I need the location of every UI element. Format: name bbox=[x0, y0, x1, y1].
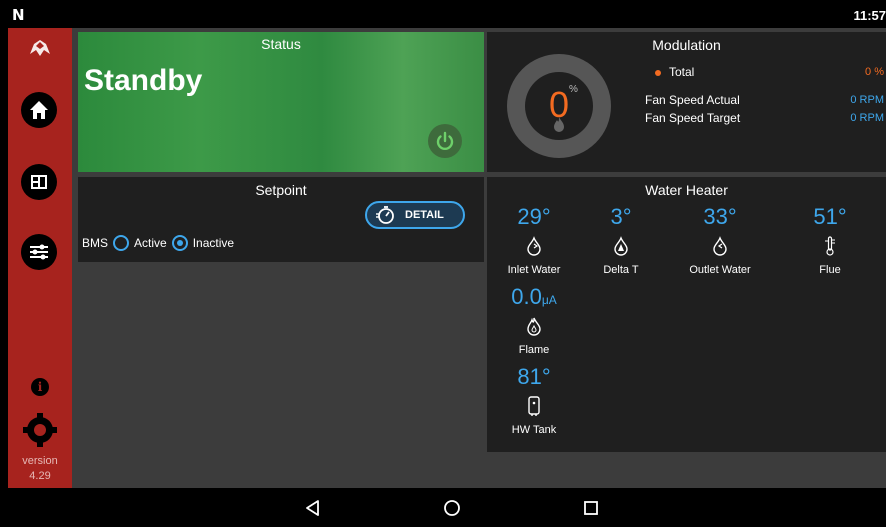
sidebar-item-settings-sliders[interactable] bbox=[21, 234, 57, 270]
navigation-bar bbox=[0, 488, 886, 527]
modulation-panel: Modulation 0 % Total 0 % Fan Speed Actua… bbox=[487, 32, 886, 172]
status-panel: Status Standby bbox=[78, 32, 484, 172]
home-nav-button[interactable] bbox=[440, 496, 464, 520]
power-icon bbox=[436, 131, 454, 151]
sliders-icon bbox=[30, 244, 48, 260]
system-status-bar: N 11:57 bbox=[0, 0, 886, 28]
delta-t-value: 3° bbox=[610, 204, 632, 229]
bms-active-label: Active bbox=[134, 236, 167, 250]
modulation-dial: 0 % bbox=[507, 54, 611, 158]
bms-inactive-label: Inactive bbox=[192, 236, 235, 250]
water-heater-panel: Water Heater 29° Inlet Water 3° Delta T … bbox=[487, 177, 886, 452]
clock: 11:57 bbox=[853, 8, 886, 23]
bms-inactive-radio[interactable] bbox=[171, 235, 188, 251]
home-circle-icon bbox=[444, 500, 460, 516]
total-label: Total bbox=[669, 65, 695, 79]
flame-value: 0.0μA bbox=[489, 284, 579, 312]
total-row: Total bbox=[655, 65, 694, 79]
recents-button[interactable] bbox=[579, 496, 603, 520]
back-triangle-icon bbox=[306, 500, 319, 516]
inlet-water-value: 29° bbox=[517, 204, 551, 229]
sidebar-item-home[interactable] bbox=[21, 92, 57, 128]
setpoint-title: Setpoint bbox=[255, 182, 307, 198]
info-button[interactable]: i bbox=[31, 378, 49, 396]
outlet-water-value: 33° bbox=[703, 204, 737, 229]
layout-icon bbox=[31, 175, 47, 189]
sidebar: i version 4.29 bbox=[8, 28, 72, 490]
modulation-title: Modulation bbox=[652, 37, 721, 53]
delta-t-label: Delta T bbox=[603, 264, 639, 276]
status-title: Status bbox=[261, 36, 301, 52]
gear-icon bbox=[23, 413, 57, 447]
version-label: version bbox=[22, 455, 58, 467]
flame-sensor[interactable]: 0.0μA Flame bbox=[489, 284, 579, 356]
outlet-water-sensor[interactable]: 33° Outlet Water bbox=[675, 204, 765, 276]
inlet-water-sensor[interactable]: 29° Inlet Water bbox=[489, 204, 579, 276]
version-number: 4.29 bbox=[29, 470, 51, 482]
bms-active-radio[interactable] bbox=[113, 235, 130, 251]
flue-value: 51° bbox=[813, 204, 847, 229]
outlet-water-label: Outlet Water bbox=[689, 264, 751, 276]
info-icon: i bbox=[37, 380, 43, 394]
detail-button[interactable]: DETAIL bbox=[365, 201, 465, 229]
settings-button[interactable] bbox=[23, 413, 57, 447]
fan-speed-actual-value: 0 RPM bbox=[850, 94, 884, 106]
flame-value-unit: μA bbox=[541, 293, 557, 307]
fan-speed-actual-label: Fan Speed Actual bbox=[645, 93, 740, 107]
delta-t-icon bbox=[614, 236, 628, 256]
flame-value-number: 0.0 bbox=[511, 284, 542, 309]
notification-logo-icon: N bbox=[12, 6, 25, 24]
flue-label: Flue bbox=[819, 264, 841, 276]
power-button[interactable] bbox=[428, 124, 462, 158]
fan-speed-target-value: 0 RPM bbox=[850, 112, 884, 124]
brand-logo-icon bbox=[26, 36, 54, 60]
flame-icon bbox=[554, 117, 564, 132]
back-button[interactable] bbox=[301, 496, 325, 520]
outlet-water-icon bbox=[713, 236, 727, 256]
detail-button-label: DETAIL bbox=[405, 209, 444, 221]
total-value: 0 % bbox=[865, 66, 884, 78]
thermometer-icon bbox=[825, 236, 835, 256]
sidebar-item-dashboard[interactable] bbox=[21, 164, 57, 200]
setpoint-panel: Setpoint DETAIL BMS Active Inactive bbox=[78, 177, 484, 262]
tank-icon bbox=[528, 396, 540, 416]
flame-label: Flame bbox=[518, 344, 550, 356]
home-icon bbox=[30, 101, 48, 119]
water-heater-title: Water Heater bbox=[645, 182, 728, 198]
flue-sensor[interactable]: 51° Flue bbox=[785, 204, 875, 276]
hw-tank-value: 81° bbox=[517, 364, 551, 389]
fan-speed-target-label: Fan Speed Target bbox=[645, 111, 741, 125]
total-dot-icon bbox=[655, 69, 661, 76]
version-info: version 4.29 bbox=[8, 454, 72, 484]
inlet-water-icon bbox=[527, 236, 541, 256]
flame-icon bbox=[527, 317, 541, 336]
inlet-water-label: Inlet Water bbox=[507, 264, 561, 276]
bms-label: BMS bbox=[82, 236, 109, 250]
status-value: Standby bbox=[84, 64, 203, 97]
modulation-dial-unit: % bbox=[569, 84, 578, 95]
delta-t-sensor[interactable]: 3° Delta T bbox=[576, 204, 666, 276]
bms-row: BMS Active Inactive bbox=[82, 235, 234, 251]
recents-square-icon bbox=[584, 501, 598, 515]
stopwatch-icon bbox=[376, 206, 394, 224]
hw-tank-label: HW Tank bbox=[511, 424, 557, 436]
hw-tank-sensor[interactable]: 81° HW Tank bbox=[489, 364, 579, 436]
